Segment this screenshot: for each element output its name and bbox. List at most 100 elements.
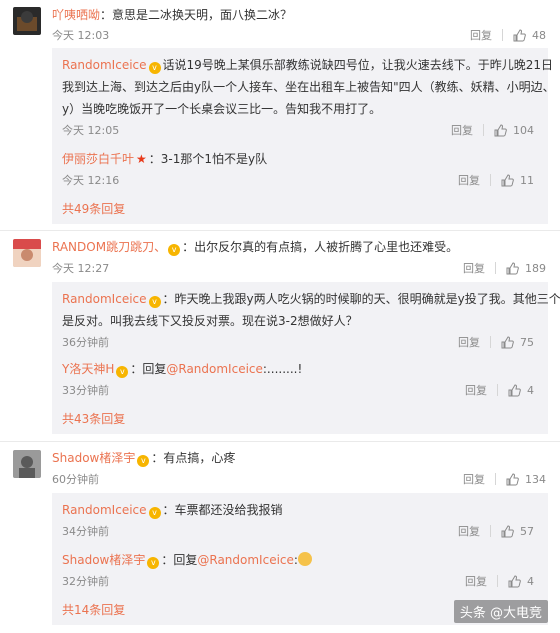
more-replies-link[interactable]: 共14条回复 [62, 601, 125, 618]
thumbs-up-icon [501, 524, 514, 537]
more-replies-link[interactable]: 共43条回复 [62, 410, 125, 427]
reply-box: RandomIceice v 话说19号晚上某俱乐部教练说缺四号位，让我火速去线下。… [52, 48, 555, 224]
more-replies-link[interactable]: 共49条回复 [62, 200, 125, 217]
reply-button[interactable]: 回复 [470, 27, 492, 43]
reply-author[interactable]: Shadow楮泽宇 [62, 553, 145, 567]
avatar[interactable] [13, 450, 41, 478]
thumbs-up-icon [501, 335, 514, 348]
mention-link[interactable]: @RandomIceice [197, 553, 294, 567]
reply-time: 今天 12:05 [62, 124, 120, 137]
thumbs-up-icon [513, 28, 526, 41]
divider [490, 336, 491, 348]
like-button[interactable]: 4 [508, 384, 534, 397]
divider [495, 262, 496, 274]
star-icon: ★ [136, 152, 147, 166]
like-count: 4 [527, 574, 534, 588]
thumbs-up-icon [508, 574, 521, 587]
like-button[interactable]: 48 [513, 29, 546, 42]
like-count: 11 [520, 173, 534, 187]
divider [502, 29, 503, 41]
vip-badge-icon: v [137, 455, 150, 467]
reply-time: 32分钟前 [62, 575, 109, 588]
reply-author[interactable]: RandomIceice [62, 503, 147, 517]
mention-link[interactable]: @RandomIceice [166, 362, 263, 376]
divider [483, 124, 484, 136]
comment-text: ：有点搞，心疼 [151, 451, 236, 465]
comment-text: ：意思是二冰换天明，面八换二冰？ [100, 8, 293, 22]
divider [497, 575, 498, 587]
like-button[interactable]: 75 [501, 336, 534, 349]
comment-author[interactable]: RANDOM跳刀跳刀、 [52, 240, 166, 254]
reply-button[interactable]: 回复 [463, 471, 485, 487]
vip-badge-icon: v [168, 244, 181, 256]
reply-text: 是反对。叫我去线下又投反对票。现在说3-2想做好人？ [62, 314, 358, 328]
reply-time: 今天 12:16 [62, 174, 120, 187]
vip-badge-icon: v [148, 507, 161, 519]
like-count: 134 [525, 472, 546, 486]
divider [490, 525, 491, 537]
reply-text: ：3-1那个1怕不是y队 [148, 152, 268, 166]
reply-button[interactable]: 回复 [458, 172, 480, 188]
thumbs-up-icon [506, 472, 519, 485]
like-button[interactable]: 4 [508, 575, 534, 588]
like-count: 48 [532, 28, 546, 42]
reply-button[interactable]: 回复 [458, 523, 480, 539]
comment-author[interactable]: 吖咦哂呦 [52, 8, 100, 22]
thumbs-up-icon [508, 383, 521, 396]
reply-button[interactable]: 回复 [458, 334, 480, 350]
reply-button[interactable]: 回复 [451, 122, 473, 138]
comment-author[interactable]: Shadow楮泽宇 [52, 451, 135, 465]
like-button[interactable]: 11 [501, 174, 534, 187]
reply-text: 我到达上海、到达之后由y队一个人接车、坐在出租车上被告知"四人（教练、妖精、小明… [62, 80, 555, 94]
vip-badge-icon: v [148, 296, 161, 308]
reply-author[interactable]: RandomIceice [62, 58, 147, 72]
comment-time: 今天 12:27 [52, 262, 110, 275]
thread-divider [0, 230, 560, 231]
like-count: 4 [527, 383, 534, 397]
reply-button[interactable]: 回复 [465, 382, 487, 398]
reply-text: ：昨天晚上我跟y两人吃火锅的时候聊的天、很明确就是y投了我。其他三个 [162, 292, 560, 306]
avatar[interactable] [13, 7, 41, 35]
like-button[interactable]: 134 [506, 473, 546, 486]
thread-divider [0, 441, 560, 442]
like-count: 189 [525, 261, 546, 275]
thumbs-up-icon [506, 261, 519, 274]
reply-author[interactable]: 伊丽莎白千叶 [62, 152, 134, 166]
comment-time: 60分钟前 [52, 473, 99, 486]
avatar[interactable] [13, 239, 41, 267]
reply-author[interactable]: Y洛天神H [62, 362, 114, 376]
thumbs-up-icon [501, 173, 514, 186]
comment-time: 今天 12:03 [52, 29, 110, 42]
reply-text: ：车票都还没给我报销 [162, 503, 283, 517]
like-count: 75 [520, 335, 534, 349]
vip-badge-icon: v [147, 557, 160, 569]
divider [490, 174, 491, 186]
like-button[interactable]: 189 [506, 262, 546, 275]
like-count: 104 [513, 123, 534, 137]
divider [497, 384, 498, 396]
reply-box: RandomIceice v ：昨天晚上我跟y两人吃火锅的时候聊的天、很明确就是y投… [52, 282, 560, 434]
divider [495, 473, 496, 485]
reply-text: ：回复 [130, 362, 167, 376]
reply-text-tail: :........! [262, 362, 303, 376]
vip-badge-icon: v [148, 62, 161, 74]
comment-thread-2: RANDOM跳刀跳刀、 v ：出尔反尔真的有点搞，人被折腾了心里也还难受。 今天 1… [0, 232, 560, 442]
watermark: 头条 @大电竞 [453, 600, 548, 623]
like-count: 57 [520, 524, 534, 538]
reply-text: ：回复 [161, 553, 198, 567]
like-button[interactable]: 104 [494, 124, 534, 137]
comment-text: ：出尔反尔真的有点搞，人被折腾了心里也还难受。 [182, 240, 459, 254]
reply-author[interactable]: RandomIceice [62, 292, 147, 306]
reply-time: 36分钟前 [62, 336, 109, 349]
reply-time: 34分钟前 [62, 525, 109, 538]
reply-button[interactable]: 回复 [463, 260, 485, 276]
reply-button[interactable]: 回复 [465, 573, 487, 589]
laughing-emoji-icon [297, 552, 312, 566]
like-button[interactable]: 57 [501, 525, 534, 538]
vip-badge-icon: v [116, 366, 129, 378]
comment-thread-1: 吖咦哂呦：意思是二冰换天明，面八换二冰？ 今天 12:03 回复 48 Rand… [0, 0, 560, 224]
reply-time: 33分钟前 [62, 384, 109, 397]
reply-text: 话说19号晚上某俱乐部教练说缺四号位，让我火速去线下。于昨儿晚21日 [162, 58, 554, 72]
reply-text: y）当晚吃晚饭开了一个长桌会议三比一。告知我不用打了。 [62, 102, 382, 116]
thumbs-up-icon [494, 123, 507, 136]
